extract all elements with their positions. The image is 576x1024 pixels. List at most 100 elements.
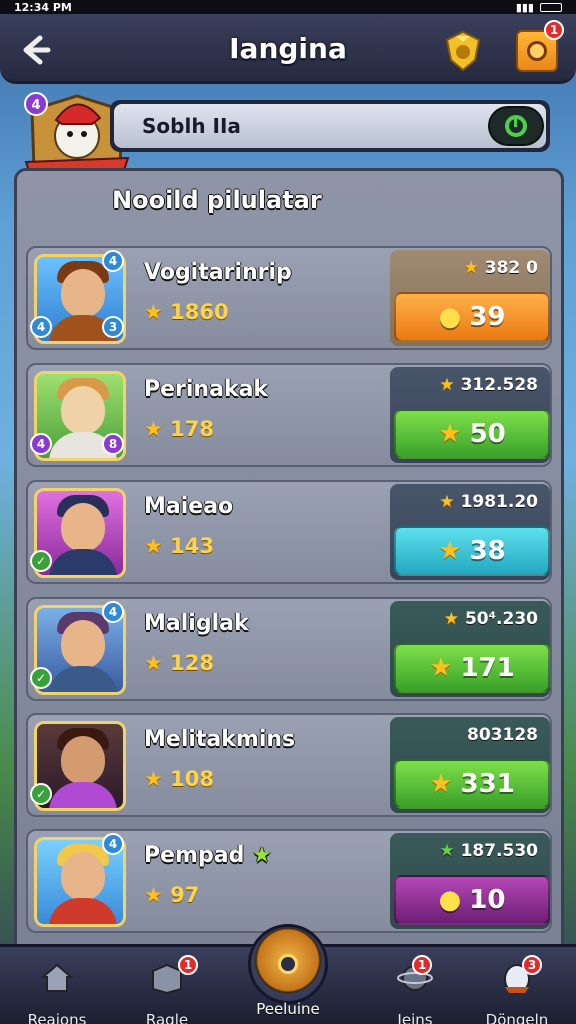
claim-value: 10 [469, 885, 506, 915]
claim-button[interactable]: ★ 331 [394, 759, 550, 809]
player-score: ★ 143 [144, 534, 214, 558]
star-icon: ★ [144, 883, 163, 907]
reward-total: ★ 1981.20 [439, 492, 538, 512]
nav-item-center-button[interactable] [248, 924, 328, 1004]
reward-total-value: 1981.20 [460, 492, 538, 512]
avatar-body [49, 898, 117, 924]
player-row[interactable]: ✓ Maieao ★ 143 ★ 1981.20 ★ 38 [26, 480, 552, 584]
claim-button[interactable]: ★ 50 [394, 409, 550, 459]
star-icon: ★ [144, 300, 163, 324]
claim-button[interactable]: ★ 171 [394, 643, 550, 693]
level-badge: 4 [30, 433, 52, 455]
level-badge: 3 [102, 316, 124, 338]
player-score: ★ 1860 [144, 300, 229, 324]
star-icon: ★ [439, 492, 455, 512]
reward-box: ★ 50⁴.230 ★ 171 [390, 601, 550, 697]
avatar-face [61, 386, 105, 434]
claim-value: 50 [469, 419, 506, 449]
star-icon: ★ [463, 258, 479, 278]
rewards-button[interactable]: 1 [516, 20, 564, 72]
check-badge-icon: ✓ [30, 667, 52, 689]
reward-total: 803128 [467, 725, 538, 745]
power-icon [505, 115, 527, 137]
nav-label: Ieins [397, 1011, 433, 1024]
player-row[interactable]: 4 Pempad ★ ★ 97 ★ 187.530 ● 10 [26, 829, 552, 933]
nav-item-dongeln[interactable]: 3 Döngeln [462, 955, 572, 1024]
player-row[interactable]: ✓ Melitakmins ★ 108 803128 ★ 331 [26, 713, 552, 817]
star-icon: ★ [439, 841, 455, 861]
reward-total: ★ 50⁴.230 [444, 609, 538, 629]
claim-value: 38 [469, 536, 506, 566]
reward-total-value: 187.530 [460, 841, 538, 861]
avatar-body [49, 666, 117, 692]
reward-total-value: 382 0 [484, 258, 538, 278]
panel-title: Nooild pilulatar [112, 186, 322, 214]
target-icon [278, 954, 298, 974]
coin-icon: ● [438, 302, 462, 332]
claim-button[interactable]: ● 39 [394, 292, 550, 342]
status-bar: 12:34 PM ▮▮▮ [0, 0, 576, 14]
nav-item-regions[interactable]: Reaions [2, 955, 112, 1024]
reward-box: ★ 382 0 ● 39 [390, 250, 550, 346]
level-badge: 4 [30, 316, 52, 338]
avatar-face [61, 620, 105, 668]
claim-button[interactable]: ● 10 [394, 875, 550, 925]
svg-text:4: 4 [31, 98, 40, 113]
star-icon: ★ [144, 417, 163, 441]
level-badge: 8 [102, 433, 124, 455]
nav-notification-badge: 1 [412, 955, 432, 975]
player-name: Vogitarinrip [144, 260, 292, 285]
reward-total: ★ 312.528 [439, 375, 538, 395]
star-icon: ★ [144, 534, 163, 558]
search-button[interactable] [488, 106, 544, 146]
player-name: Melitakmins [144, 727, 296, 752]
star-icon: ★ [443, 609, 460, 629]
avatar-body [49, 782, 117, 808]
nav-notification-badge: 3 [522, 955, 542, 975]
player-row[interactable]: 4 8 Perinakak ★ 178 ★ 312.528 ★ 50 [26, 363, 552, 467]
star-icon: ★ [429, 769, 453, 799]
battery-icon [540, 2, 562, 12]
reward-total: ★ 187.530 [439, 841, 538, 861]
claim-value: 331 [460, 769, 515, 799]
player-name: Perinakak [144, 377, 269, 402]
claim-button[interactable]: ★ 38 [394, 526, 550, 576]
player-name: Pempad ★ [144, 843, 272, 868]
score-value: 128 [170, 651, 214, 675]
nav-label: Ragle [145, 1011, 189, 1024]
star-icon: ★ [251, 843, 272, 868]
level-badge: 4 [102, 601, 124, 623]
reward-total-value: 803128 [467, 725, 538, 745]
reward-total: ★ 382 0 [464, 258, 538, 278]
nav-label: Döngeln [485, 1011, 549, 1024]
rewards-notification-badge: 1 [544, 20, 564, 40]
player-score: ★ 128 [144, 651, 214, 675]
rewards-icon [527, 41, 547, 61]
avatar-face [61, 736, 105, 784]
avatar-face [61, 269, 105, 317]
nav-notification-badge: 1 [178, 955, 198, 975]
level-badge: 4 [102, 250, 124, 272]
nav-item-ragle[interactable]: 1 Ragle [112, 955, 222, 1024]
page-title: Iangina [229, 32, 347, 65]
reward-box: 803128 ★ 331 [390, 717, 550, 813]
reward-total-value: 312.528 [460, 375, 538, 395]
score-value: 97 [170, 883, 200, 907]
nav-item-ieins[interactable]: 1 Ieins [360, 955, 470, 1024]
search-input[interactable] [114, 104, 546, 148]
avatar-face [61, 503, 105, 551]
score-value: 1860 [170, 300, 229, 324]
player-name: Maieao [144, 494, 234, 519]
player-row[interactable]: 4 ✓ Maliglak ★ 128 ★ 50⁴.230 ★ 171 [26, 597, 552, 701]
rank-badge-button[interactable] [444, 30, 482, 72]
avatar-body [49, 549, 117, 575]
star-icon: ★ [144, 651, 163, 675]
signal-icon: ▮▮▮ [515, 0, 534, 14]
score-value: 108 [170, 767, 214, 791]
player-row[interactable]: 4 4 3 Vogitarinrip ★ 1860 ★ 382 0 ● 39 [26, 246, 552, 350]
star-icon: ★ [438, 536, 462, 566]
score-value: 178 [170, 417, 214, 441]
player-name: Maliglak [144, 611, 249, 636]
top-bar: Iangina 1 [0, 14, 576, 84]
check-badge-icon: ✓ [30, 550, 52, 572]
